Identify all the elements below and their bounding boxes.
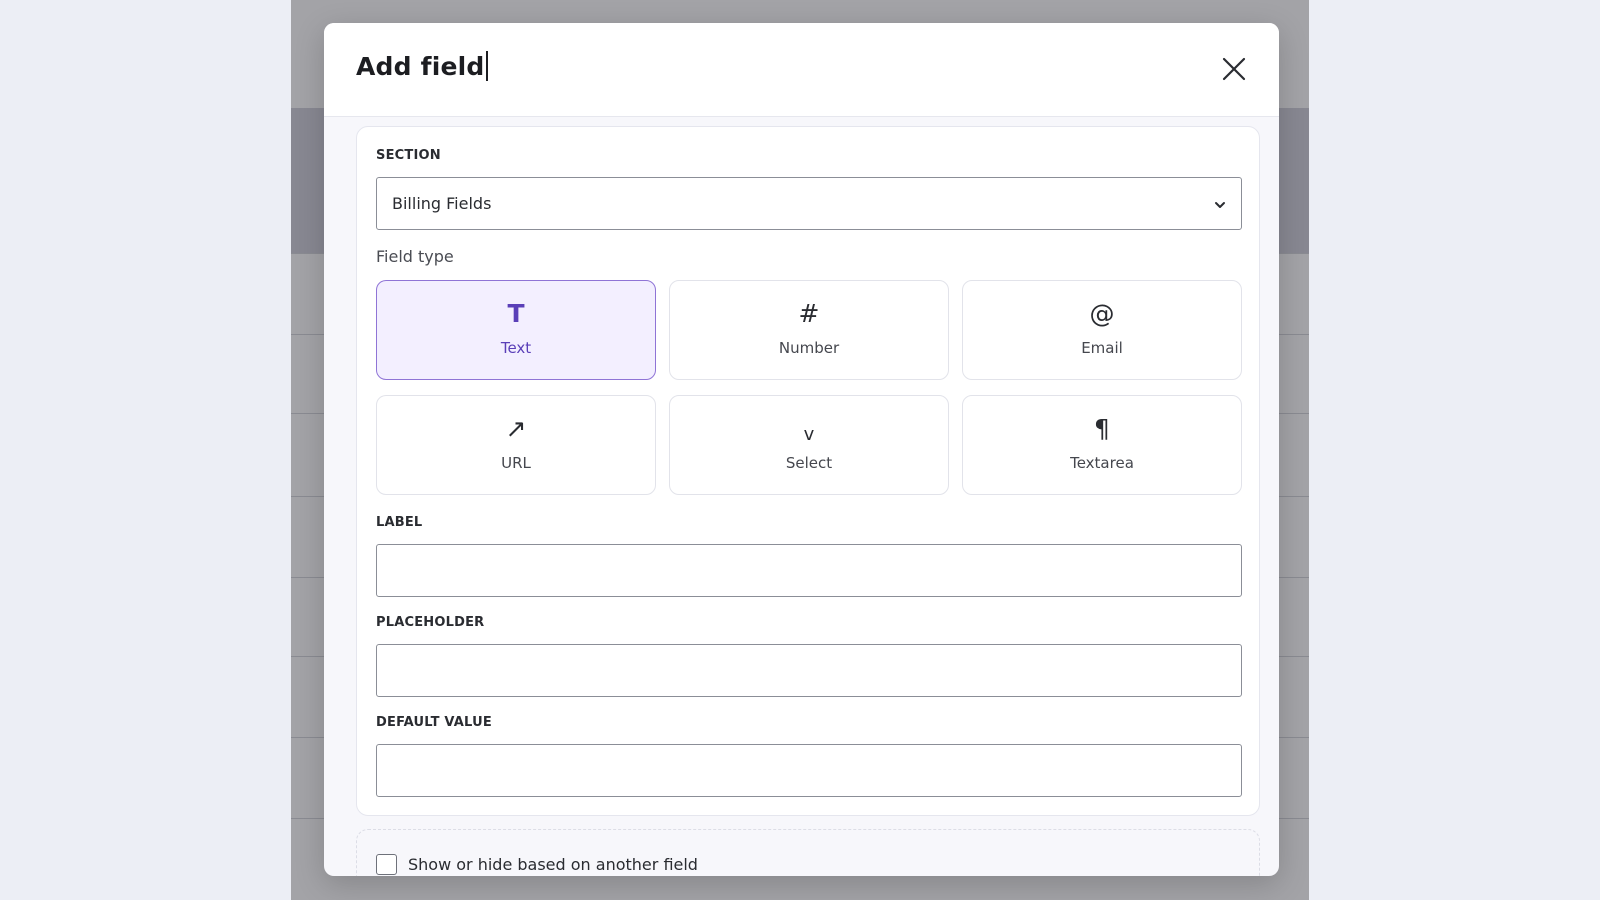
at-sign-icon: @: [1089, 299, 1115, 328]
section-label: SECTION: [376, 148, 441, 163]
field-type-label: Field type: [376, 247, 454, 266]
text-cursor: [485, 51, 488, 81]
field-type-email[interactable]: @ Email: [962, 280, 1242, 380]
field-type-label-number: Number: [778, 339, 840, 357]
label-field-label: LABEL: [376, 515, 423, 530]
pilcrow-icon: ¶: [1094, 414, 1110, 443]
field-type-text[interactable]: T Text: [376, 280, 656, 380]
field-type-url[interactable]: ↗ URL: [376, 395, 656, 495]
text-type-icon: T: [507, 299, 525, 328]
field-type-select[interactable]: v Select: [669, 395, 949, 495]
field-type-textarea[interactable]: ¶ Textarea: [962, 395, 1242, 495]
field-type-label-email: Email: [1081, 339, 1123, 357]
field-type-label-textarea: Textarea: [1070, 454, 1134, 472]
default-value-field-label: DEFAULT VALUE: [376, 715, 492, 730]
modal-header: Add field: [324, 23, 1279, 117]
chevron-down-icon: [1215, 202, 1225, 208]
section-select-value: Billing Fields: [392, 194, 492, 213]
conditional-logic-section: Show or hide based on another field: [356, 829, 1260, 876]
field-type-number[interactable]: # Number: [669, 280, 949, 380]
field-settings-card: SECTION Billing Fields Field type T Text…: [356, 126, 1260, 816]
close-button[interactable]: [1219, 54, 1249, 84]
section-select[interactable]: Billing Fields: [376, 177, 1242, 230]
hash-icon: #: [798, 299, 820, 328]
modal-title: Add field: [356, 51, 488, 81]
label-input[interactable]: [376, 544, 1242, 597]
conditional-checkbox[interactable]: [376, 854, 397, 875]
field-type-label-url: URL: [501, 454, 531, 472]
field-type-label-text: Text: [500, 339, 532, 357]
placeholder-field-label: PLACEHOLDER: [376, 615, 485, 630]
placeholder-input[interactable]: [376, 644, 1242, 697]
default-value-input[interactable]: [376, 744, 1242, 797]
close-icon: [1222, 57, 1246, 81]
conditional-checkbox-label[interactable]: Show or hide based on another field: [408, 855, 698, 874]
field-type-label-select: Select: [785, 454, 833, 472]
chevron-v-icon: v: [803, 424, 815, 445]
add-field-modal: Add field SECTION Billing Fields Field t…: [324, 23, 1279, 876]
arrow-up-right-icon: ↗: [505, 414, 527, 443]
